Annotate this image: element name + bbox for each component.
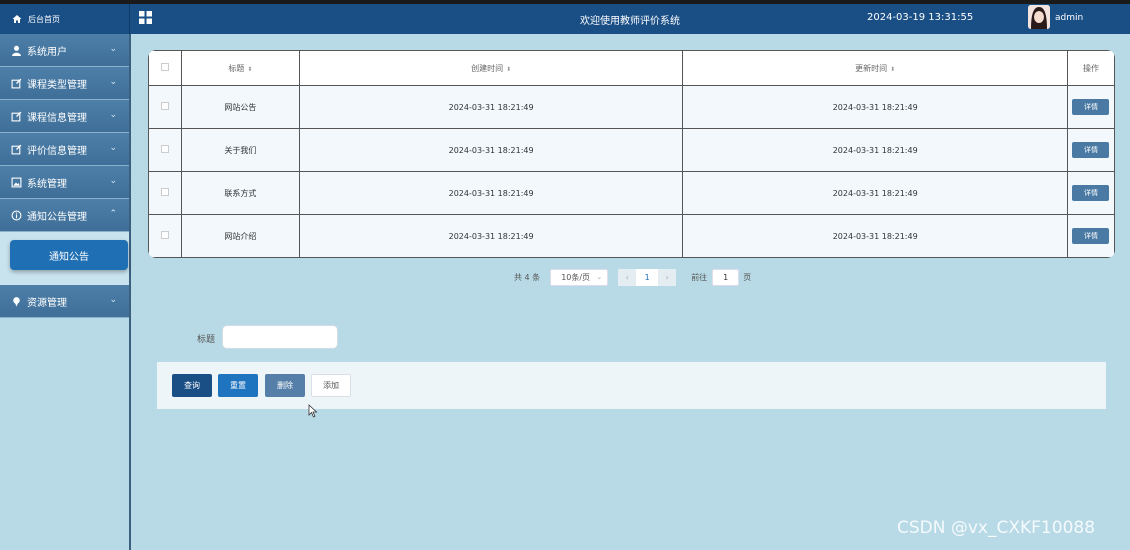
page-unit: 页 <box>743 272 752 282</box>
cell-updated: 2024-03-31 18:21:49 <box>682 85 1068 129</box>
top-header: 后台首页 欢迎使用教师评价系统 2024-03-19 13:31:55 admi… <box>0 4 1130 34</box>
delete-button[interactable]: 删除 <box>265 374 305 397</box>
image-icon <box>11 177 22 187</box>
sidebar-item-notices[interactable]: 通知公告管理 ⌃ <box>0 199 129 232</box>
column-header-title[interactable]: 标题 ⬍ <box>180 50 300 86</box>
watermark: CSDN @vx_CXKF10088 <box>897 518 1096 538</box>
sidebar-item-course-types[interactable]: 课程类型管理 ⌄ <box>0 67 129 100</box>
select-all-checkbox[interactable] <box>148 50 182 86</box>
row-checkbox[interactable] <box>148 85 182 129</box>
cell-title: 网站介绍 <box>180 214 300 258</box>
info-icon <box>11 210 22 220</box>
home-link[interactable]: 后台首页 <box>0 4 130 34</box>
cell-updated: 2024-03-31 18:21:49 <box>682 128 1068 172</box>
system-title: 欢迎使用教师评价系统 <box>580 16 680 27</box>
edit-icon <box>11 111 22 121</box>
table-row: 联系方式 2024-03-31 18:21:49 2024-03-31 18:2… <box>148 171 1115 215</box>
column-header-created[interactable]: 创建时间 ⬍ <box>298 50 684 86</box>
cell-actions: 详情 <box>1066 171 1115 215</box>
cell-actions: 详情 <box>1066 128 1115 172</box>
sidebar-item-resources[interactable]: 资源管理 ⌄ <box>0 285 129 318</box>
sidebar-subitem-notices[interactable]: 通知公告 <box>10 240 128 270</box>
column-header-actions: 操作 <box>1066 50 1115 86</box>
table-row: 网站介绍 2024-03-31 18:21:49 2024-03-31 18:2… <box>148 214 1115 258</box>
notices-table: 标题 ⬍ 创建时间 ⬍ 更新时间 ⬍ 操作 网站公告 2024-03-31 18:21… <box>148 50 1115 258</box>
goto-page-input[interactable]: 1 <box>712 268 740 286</box>
cell-title: 网站公告 <box>180 85 300 129</box>
mouse-cursor-icon <box>308 404 318 418</box>
add-button[interactable]: 添加 <box>311 374 351 397</box>
detail-button[interactable]: 详情 <box>1072 99 1110 115</box>
grid-menu-icon[interactable] <box>139 11 152 24</box>
detail-button[interactable]: 详情 <box>1072 228 1110 244</box>
cell-created: 2024-03-31 18:21:49 <box>298 171 684 215</box>
home-icon <box>12 15 22 23</box>
sidebar-item-label: 系统用户 <box>27 46 67 58</box>
cell-title: 关于我们 <box>180 128 300 172</box>
search-title-label: 标题 <box>197 335 216 345</box>
cell-updated: 2024-03-31 18:21:49 <box>682 171 1068 215</box>
row-checkbox[interactable] <box>148 171 182 215</box>
sort-icon: ⬍ <box>506 65 512 73</box>
chevron-down-icon: ⌄ <box>109 295 117 305</box>
cell-created: 2024-03-31 18:21:49 <box>298 214 684 258</box>
chevron-left-icon: ‹ <box>625 272 629 282</box>
sidebar-item-label: 评价信息管理 <box>27 145 87 157</box>
edit-icon <box>11 144 22 154</box>
row-checkbox[interactable] <box>148 128 182 172</box>
page-number[interactable]: 1 <box>636 268 659 286</box>
notices-submenu: 通知公告 <box>0 232 129 285</box>
home-label: 后台首页 <box>28 14 60 24</box>
detail-button[interactable]: 详情 <box>1072 185 1110 201</box>
row-checkbox[interactable] <box>148 214 182 258</box>
chevron-up-icon: ⌃ <box>109 209 117 219</box>
table-row: 网站公告 2024-03-31 18:21:49 2024-03-31 18:2… <box>148 85 1115 129</box>
username[interactable]: admin <box>1055 13 1083 23</box>
next-page-button[interactable]: › <box>658 268 677 286</box>
sidebar-item-label: 系统管理 <box>27 178 67 190</box>
cell-actions: 详情 <box>1066 85 1115 129</box>
sidebar-item-course-info[interactable]: 课程信息管理 ⌄ <box>0 100 129 133</box>
chevron-right-icon: › <box>665 272 669 282</box>
cell-updated: 2024-03-31 18:21:49 <box>682 214 1068 258</box>
goto-label: 前往 <box>691 272 708 282</box>
table-header-row: 标题 ⬍ 创建时间 ⬍ 更新时间 ⬍ 操作 <box>148 50 1115 86</box>
pagination: 共 4 条 10条/页 ⌄ ‹ 1 › 前往 1 页 <box>514 268 751 286</box>
sidebar-item-label: 课程类型管理 <box>27 79 87 91</box>
sort-icon: ⬍ <box>247 65 253 73</box>
chevron-down-icon: ⌄ <box>109 176 117 186</box>
chevron-down-icon: ⌄ <box>109 77 117 87</box>
chevron-down-icon: ⌄ <box>109 44 117 54</box>
avatar[interactable] <box>1028 5 1050 29</box>
column-header-updated[interactable]: 更新时间 ⬍ <box>682 50 1068 86</box>
chevron-down-icon: ⌄ <box>109 143 117 153</box>
query-button[interactable]: 查询 <box>172 374 212 397</box>
detail-button[interactable]: 详情 <box>1072 142 1110 158</box>
edit-icon <box>11 78 22 88</box>
cell-created: 2024-03-31 18:21:49 <box>298 85 684 129</box>
table-row: 关于我们 2024-03-31 18:21:49 2024-03-31 18:2… <box>148 128 1115 172</box>
cell-created: 2024-03-31 18:21:49 <box>298 128 684 172</box>
sidebar: 系统用户 ⌄ 课程类型管理 ⌄ 课程信息管理 ⌄ 评价信息管理 ⌄ 系统管理 ⌄… <box>0 34 131 550</box>
reset-button[interactable]: 重置 <box>218 374 258 397</box>
current-datetime: 2024-03-19 13:31:55 <box>867 12 974 23</box>
action-bar: 查询 重置 删除 添加 <box>157 362 1106 409</box>
cell-actions: 详情 <box>1066 214 1115 258</box>
sidebar-item-label: 通知公告管理 <box>27 211 87 223</box>
cell-title: 联系方式 <box>180 171 300 215</box>
sidebar-item-evaluations[interactable]: 评价信息管理 ⌄ <box>0 133 129 166</box>
sidebar-item-label: 课程信息管理 <box>27 112 87 124</box>
sidebar-item-users[interactable]: 系统用户 ⌄ <box>0 34 129 67</box>
user-icon <box>12 45 21 56</box>
search-title-input[interactable] <box>222 325 338 349</box>
chevron-down-icon: ⌄ <box>109 110 117 120</box>
prev-page-button[interactable]: ‹ <box>618 268 637 286</box>
sidebar-item-label: 资源管理 <box>27 297 67 309</box>
chevron-down-icon: ⌄ <box>596 273 603 281</box>
pin-icon <box>13 296 20 306</box>
sidebar-item-system[interactable]: 系统管理 ⌄ <box>0 166 129 199</box>
page-size-select[interactable]: 10条/页 ⌄ <box>550 268 609 286</box>
sort-icon: ⬍ <box>890 65 896 73</box>
total-count: 共 4 条 <box>514 272 541 282</box>
